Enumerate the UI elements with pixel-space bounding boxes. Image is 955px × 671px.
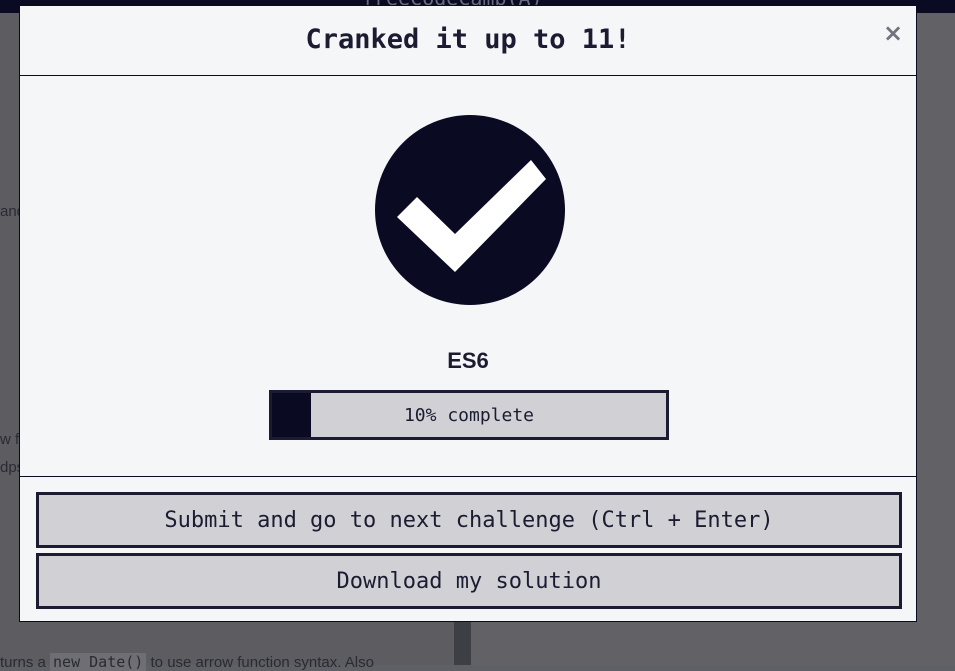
modal-body: ES6 10% complete	[20, 76, 916, 476]
modal-footer: Submit and go to next challenge (Ctrl + …	[20, 476, 916, 623]
modal-header: Cranked it up to 11! ×	[20, 6, 916, 76]
completion-modal: Cranked it up to 11! × ES6 10% complete …	[19, 5, 917, 622]
progress-bar: 10% complete	[269, 390, 669, 440]
background-bottom-prefix: turns a	[0, 654, 51, 671]
download-solution-button[interactable]: Download my solution	[36, 553, 902, 609]
progress-label: 10% complete	[403, 404, 535, 426]
background-bottom-suffix: to use arrow function syntax. Also	[146, 654, 374, 671]
certification-name: ES6	[447, 348, 489, 373]
background-bottom-line: turns a new Date() to use arrow function…	[0, 653, 374, 671]
modal-title: Cranked it up to 11!	[305, 24, 631, 55]
close-button[interactable]: ×	[882, 20, 904, 46]
submit-next-challenge-button[interactable]: Submit and go to next challenge (Ctrl + …	[36, 492, 902, 548]
background-inline-code: new Date()	[50, 653, 147, 671]
check-circle-icon	[375, 115, 565, 305]
